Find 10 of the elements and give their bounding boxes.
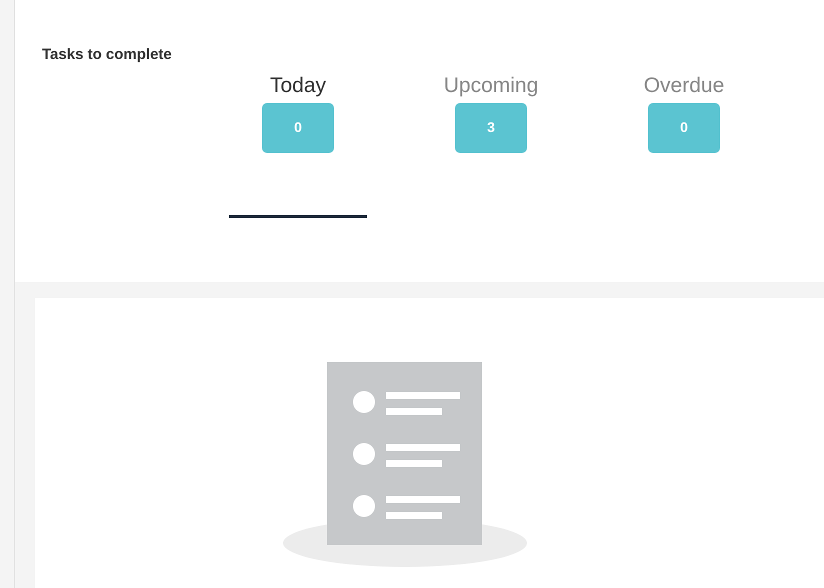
tab-label: Upcoming: [444, 72, 538, 98]
tab[interactable]: Upcoming 3: [422, 70, 560, 218]
tab[interactable]: Overdue 0: [615, 70, 753, 218]
count-badge: 0: [648, 102, 720, 152]
count-badge: 3: [455, 102, 527, 152]
count-badge: 0: [262, 102, 334, 152]
tab-label: Today: [270, 72, 326, 98]
section-title: Tasks to complete: [42, 45, 173, 65]
tab[interactable]: Today 0: [229, 70, 367, 218]
tab-label: Overdue: [644, 72, 724, 98]
